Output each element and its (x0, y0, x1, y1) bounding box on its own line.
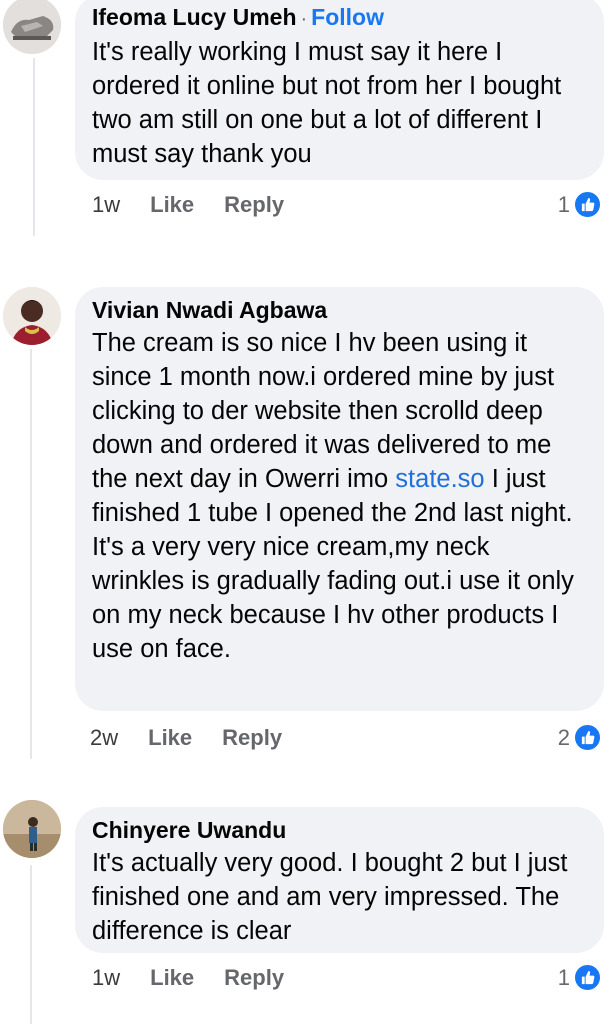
reaction-summary[interactable]: 1 (558, 190, 602, 219)
like-icon (573, 963, 602, 992)
reaction-summary[interactable]: 1 (558, 963, 602, 992)
avatar-image (3, 800, 61, 858)
follow-button[interactable]: Follow (311, 4, 384, 30)
reaction-count: 1 (557, 964, 570, 990)
avatar[interactable] (3, 800, 61, 858)
comment-text: The cream is so nice I hv been using it … (92, 326, 586, 530)
comment-actions: 2w Like Reply (90, 725, 282, 751)
like-icon (573, 723, 602, 752)
comment-author-line: Ifeoma Lucy Umeh · Follow (92, 1, 586, 35)
like-button[interactable]: Like (150, 965, 194, 991)
comment-timestamp[interactable]: 1w (92, 192, 120, 218)
comment-author[interactable]: Ifeoma Lucy Umeh (92, 4, 297, 30)
reaction-count: 2 (557, 724, 570, 750)
comment-text: It's really working I must say it here I… (92, 38, 562, 168)
thread-line (30, 349, 32, 759)
comment-link[interactable]: state.so (395, 465, 484, 493)
avatar-image (3, 0, 61, 54)
reply-button[interactable]: Reply (224, 192, 284, 218)
comment-text-paragraph: It's a very very nice cream,my neck wrin… (92, 533, 574, 663)
thread-line (33, 58, 35, 236)
comment-actions: 1w Like Reply (92, 192, 284, 218)
comment-bubble: Vivian Nwadi Agbawa The cream is so nice… (75, 287, 604, 711)
avatar[interactable] (3, 0, 61, 54)
reply-button[interactable]: Reply (222, 725, 282, 751)
comment-text: It's actually very good. I bought 2 but … (92, 849, 568, 945)
comment-actions: 1w Like Reply (92, 965, 284, 991)
reply-button[interactable]: Reply (224, 965, 284, 991)
comment-bubble: Chinyere Uwandu It's actually very good.… (75, 807, 604, 953)
avatar-image (3, 287, 61, 345)
reaction-count: 1 (557, 191, 570, 217)
separator-dot: · (300, 8, 308, 30)
comment-author[interactable]: Chinyere Uwandu (92, 814, 586, 846)
like-icon (573, 190, 602, 219)
avatar[interactable] (3, 287, 61, 345)
comment-timestamp[interactable]: 2w (90, 725, 118, 751)
comment-bubble: Ifeoma Lucy Umeh · Follow It's really work… (75, 0, 604, 180)
comment-item: Vivian Nwadi Agbawa The cream is so nice… (0, 283, 614, 763)
thread-line (30, 865, 32, 1024)
like-button[interactable]: Like (150, 192, 194, 218)
like-button[interactable]: Like (148, 725, 192, 751)
comment-item: Chinyere Uwandu It's actually very good.… (0, 795, 614, 1024)
comment-author[interactable]: Vivian Nwadi Agbawa (92, 294, 586, 326)
comment-item: Ifeoma Lucy Umeh · Follow It's really work… (0, 0, 614, 240)
reaction-summary[interactable]: 2 (558, 723, 602, 752)
comment-timestamp[interactable]: 1w (92, 965, 120, 991)
